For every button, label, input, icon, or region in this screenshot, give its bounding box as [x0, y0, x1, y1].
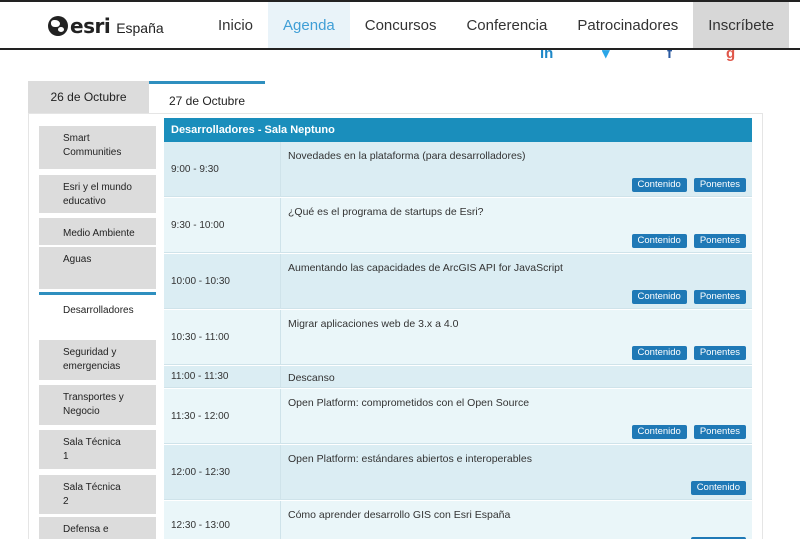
content-button[interactable]: Contenido: [631, 346, 687, 360]
session-row: 10:30 - 11:00 Migrar aplicaciones web de …: [164, 310, 752, 365]
session-actions: Contenido Ponentes: [625, 425, 746, 439]
room-item-4[interactable]: Aguas: [39, 247, 156, 289]
session-row: 9:00 - 9:30 Novedades en la plataforma (p…: [164, 142, 752, 197]
session-actions: Contenido Ponentes: [625, 290, 746, 304]
session-row: 11:30 - 12:00 Open Platform: comprometido…: [164, 389, 752, 444]
nav-conferencia[interactable]: Conferencia: [451, 2, 562, 48]
nav-agenda[interactable]: Agenda: [268, 2, 350, 48]
speakers-button[interactable]: Ponentes: [693, 178, 746, 192]
google-plus-icon[interactable]: g: [726, 50, 735, 62]
session-actions: Contenido Ponentes: [625, 178, 746, 192]
session-time: 11:30 - 12:00: [164, 389, 281, 443]
room-number: 1: [63, 451, 69, 462]
session-time: 9:30 - 10:00: [164, 198, 281, 252]
session-actions: Contenido Ponentes: [625, 346, 746, 360]
nav-concursos[interactable]: Concursos: [350, 2, 452, 48]
session-title: Open Platform: comprometidos con el Open…: [288, 397, 530, 409]
session-time: 9:00 - 9:30: [164, 142, 281, 196]
content-button[interactable]: Contenido: [631, 290, 687, 304]
logo-country: España: [116, 19, 164, 36]
room-item-5[interactable]: Desarrolladores: [39, 292, 156, 339]
room-item-9[interactable]: Sala Técnica 2: [39, 475, 156, 514]
logo-wordmark: esri: [70, 14, 111, 38]
content-button[interactable]: Contenido: [631, 425, 687, 439]
session-time: 11:00 - 11:30: [164, 366, 281, 387]
nav-inscribete[interactable]: Inscríbete: [693, 2, 790, 48]
day-tab-2[interactable]: 27 de Octubre: [149, 81, 265, 117]
facebook-icon[interactable]: f: [667, 50, 672, 62]
session-time: 10:00 - 10:30: [164, 254, 281, 308]
speakers-button[interactable]: Ponentes: [693, 346, 746, 360]
content-button[interactable]: Contenido: [690, 481, 746, 495]
speakers-button[interactable]: Ponentes: [693, 425, 746, 439]
room-item-7[interactable]: Transportes y Negocio: [39, 385, 156, 425]
session-time: 12:00 - 12:30: [164, 445, 281, 499]
session-title: Descanso: [288, 372, 335, 384]
content-button[interactable]: Contenido: [631, 234, 687, 248]
session-actions: Contenido: [684, 481, 746, 495]
speakers-button[interactable]: Ponentes: [693, 234, 746, 248]
session-title: ¿Qué es el programa de startups de Esri?: [288, 206, 484, 218]
room-number: 2: [63, 496, 69, 507]
content-button[interactable]: Contenido: [631, 178, 687, 192]
site-header: esri España Inicio Agenda Concursos Confere…: [0, 2, 800, 50]
session-title: Aumentando las capacidades de ArcGIS API…: [288, 262, 563, 274]
session-row: 12:30 - 13:00 Cómo aprender desarrollo GI…: [164, 501, 752, 539]
session-title: Migrar aplicaciones web de 3.x a 4.0: [288, 318, 459, 330]
room-item-3[interactable]: Medio Ambiente: [39, 218, 156, 245]
globe-icon: [48, 16, 68, 36]
nav-inicio[interactable]: Inicio: [203, 2, 268, 48]
twitter-icon[interactable]: ▾: [602, 50, 610, 62]
linkedin-icon[interactable]: in: [540, 50, 553, 62]
session-row: 11:00 - 11:30 Descanso: [164, 366, 752, 388]
nav-patrocinadores[interactable]: Patrocinadores: [562, 2, 693, 48]
session-row: 9:30 - 10:00 ¿Qué es el programa de start…: [164, 198, 752, 253]
room-item-6[interactable]: Seguridad y emergencias: [39, 340, 156, 380]
session-title: Novedades en la plataforma (para desarro…: [288, 150, 526, 162]
room-item-10[interactable]: Defensa e: [39, 517, 156, 539]
session-row: 12:00 - 12:30 Open Platform: estándares a…: [164, 445, 752, 500]
room-label: Sala Técnica: [63, 437, 121, 448]
session-actions: Contenido Ponentes: [625, 234, 746, 248]
session-title: Cómo aprender desarrollo GIS con Esri Es…: [288, 509, 511, 521]
session-title: Open Platform: estándares abiertos e int…: [288, 453, 532, 465]
main-nav: Inicio Agenda Concursos Conferencia Patrocin…: [203, 2, 790, 48]
schedule-heading: Desarrolladores - Sala Neptuno: [164, 118, 752, 142]
room-label: Sala Técnica: [63, 482, 121, 493]
day-tab-1[interactable]: 26 de Octubre: [28, 81, 149, 113]
session-row: 10:00 - 10:30 Aumentando las capacidades …: [164, 254, 752, 309]
room-item-8[interactable]: Sala Técnica 1: [39, 430, 156, 469]
session-time: 10:30 - 11:00: [164, 310, 281, 364]
session-time: 12:30 - 13:00: [164, 501, 281, 539]
day-tabs: 26 de Octubre 27 de Octubre: [28, 81, 265, 117]
room-item-1[interactable]: Smart Communities: [39, 126, 156, 169]
esri-logo[interactable]: esri España: [48, 14, 164, 38]
speakers-button[interactable]: Ponentes: [693, 290, 746, 304]
room-item-2[interactable]: Esri y el mundo educativo: [39, 175, 156, 213]
